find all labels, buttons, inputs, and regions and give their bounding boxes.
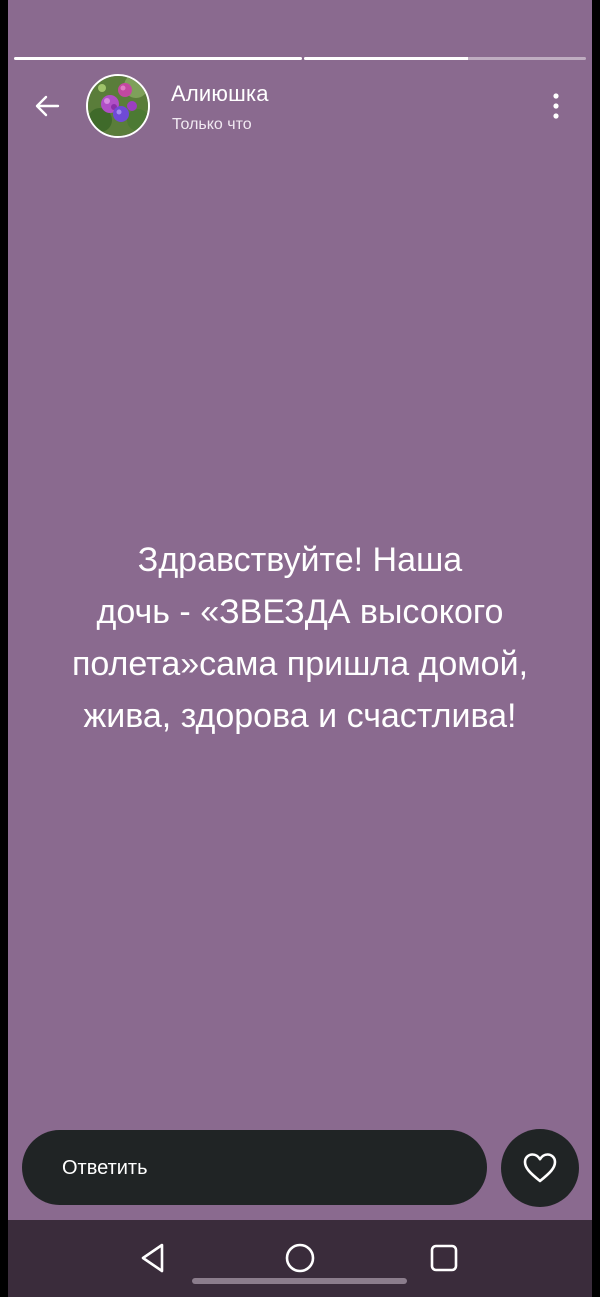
story-message: Здравствуйте! Наша дочь - «ЗВЕЗДА высоко…	[8, 534, 592, 742]
progress-fill-1	[14, 57, 302, 60]
progress-fill-2	[304, 57, 468, 60]
more-vertical-icon	[553, 93, 559, 119]
reply-placeholder: Ответить	[62, 1157, 148, 1179]
progress-segment-2	[304, 57, 586, 60]
story-text-line: полета»сама пришла домой,	[71, 645, 529, 683]
system-home-button[interactable]	[282, 1240, 318, 1276]
story-author-name[interactable]: Алиюшка	[171, 81, 269, 107]
story-text-line: Здравствуйте! Наша	[137, 541, 463, 579]
avatar[interactable]	[86, 74, 150, 138]
story-canvas[interactable]: Алиюшка Только что Здравствуйте! Наша до…	[8, 0, 592, 1220]
progress-segment-1	[14, 57, 302, 60]
back-button[interactable]	[28, 86, 68, 126]
heart-icon	[523, 1153, 557, 1183]
story-text-line: дочь - «ЗВЕЗДА высокого	[96, 593, 504, 631]
triangle-back-icon	[141, 1243, 164, 1273]
story-viewer-screen: Алиюшка Только что Здравствуйте! Наша до…	[0, 0, 600, 1297]
system-recent-apps-button[interactable]	[426, 1240, 462, 1276]
circle-home-icon	[285, 1243, 315, 1273]
story-text-line: жива, здорова и счастлива!	[83, 697, 517, 735]
like-button[interactable]	[501, 1129, 579, 1207]
reply-input[interactable]: Ответить	[22, 1130, 487, 1205]
square-recent-icon	[430, 1244, 458, 1272]
flower-photo-avatar	[88, 76, 148, 136]
story-timestamp: Только что	[172, 116, 252, 133]
system-navigation-bar	[8, 1220, 592, 1297]
more-options-button[interactable]	[544, 86, 568, 126]
system-back-button[interactable]	[136, 1240, 172, 1276]
gesture-handle[interactable]	[192, 1278, 407, 1284]
arrow-left-icon	[35, 95, 60, 117]
